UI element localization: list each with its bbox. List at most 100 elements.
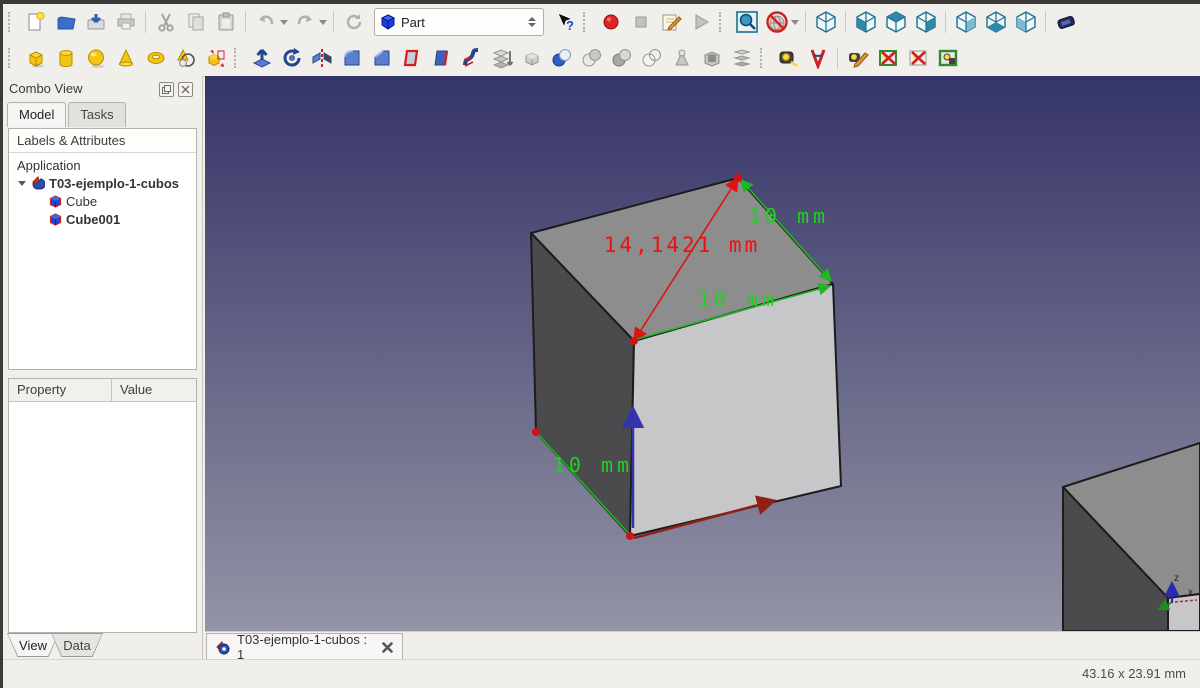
property-view-tabs: View Data — [7, 633, 95, 657]
view-rear-icon[interactable] — [952, 8, 979, 36]
extrude-icon[interactable] — [248, 44, 275, 72]
toolbar-separator — [805, 11, 806, 33]
view-left-icon[interactable] — [1012, 8, 1039, 36]
open-file-icon[interactable] — [52, 8, 79, 36]
document-tab[interactable]: T03-ejemplo-1-cubos : 1 — [206, 633, 403, 660]
panel-float-icon[interactable] — [159, 82, 174, 97]
macro-play-icon[interactable] — [687, 8, 714, 36]
expander-icon[interactable] — [18, 181, 26, 186]
property-column-header[interactable]: Property — [9, 379, 112, 401]
save-file-icon[interactable] — [82, 8, 109, 36]
tree-item-cube[interactable]: Cube — [9, 192, 196, 210]
shape-builder-icon[interactable] — [202, 44, 229, 72]
check-geometry-icon[interactable] — [668, 44, 695, 72]
cut-icon[interactable] — [152, 8, 179, 36]
document-tab-label: T03-ejemplo-1-cubos : 1 — [237, 632, 373, 662]
dim-edge-label-1: 10 mm — [749, 204, 829, 228]
tree-item-cube001[interactable]: Cube001 — [9, 210, 196, 228]
draw-style-icon[interactable] — [763, 8, 790, 36]
panel-close-icon[interactable] — [178, 82, 193, 97]
tree-item-application[interactable]: Application — [9, 156, 196, 174]
make-face-icon[interactable] — [398, 44, 425, 72]
toolbar-drag-handle[interactable] — [760, 48, 769, 68]
box-icon[interactable] — [22, 44, 49, 72]
view-bottom-icon[interactable] — [982, 8, 1009, 36]
measure-point — [630, 337, 638, 345]
cylinder-icon[interactable] — [52, 44, 79, 72]
measure-angular-icon[interactable] — [804, 44, 831, 72]
status-bar: 43.16 x 23.91 mm — [3, 659, 1200, 688]
toolbar-drag-handle[interactable] — [8, 48, 17, 68]
boolean-union-icon[interactable] — [548, 44, 575, 72]
cube-icon — [49, 195, 62, 208]
ruled-surface-icon[interactable] — [428, 44, 455, 72]
value-column-header[interactable]: Value — [112, 379, 160, 401]
boolean-cut-icon[interactable] — [608, 44, 635, 72]
sweep-icon[interactable] — [458, 44, 485, 72]
chamfer-icon[interactable] — [368, 44, 395, 72]
view-axonometric-icon[interactable] — [812, 8, 839, 36]
macro-record-icon[interactable] — [597, 8, 624, 36]
print-icon[interactable] — [112, 8, 139, 36]
mirror-icon[interactable] — [308, 44, 335, 72]
paste-icon[interactable] — [212, 8, 239, 36]
cube-icon — [49, 213, 62, 226]
toolbar-part — [3, 40, 1200, 77]
tab-data[interactable]: Data — [51, 633, 103, 657]
boolean-xor-icon[interactable] — [638, 44, 665, 72]
tree-item-document[interactable]: T03-ejemplo-1-cubos — [9, 174, 196, 192]
toolbar-separator — [333, 11, 334, 33]
toolbar-drag-handle[interactable] — [583, 12, 592, 32]
draw-style-dropdown-icon[interactable] — [791, 20, 799, 25]
dim-edge-label-2: 10 mm — [698, 287, 778, 311]
measure-linear-icon[interactable] — [774, 44, 801, 72]
workbench-selector-spinner[interactable] — [526, 17, 538, 27]
toolbar-separator — [845, 11, 846, 33]
view-right-icon[interactable] — [912, 8, 939, 36]
fit-all-icon[interactable] — [733, 8, 760, 36]
macro-edit-icon[interactable] — [657, 8, 684, 36]
copy-icon[interactable] — [182, 8, 209, 36]
mdi-tab-bar: T03-ejemplo-1-cubos : 1 — [205, 631, 1200, 661]
offset-icon[interactable] — [518, 44, 545, 72]
cone-icon[interactable] — [112, 44, 139, 72]
tab-model[interactable]: Model — [7, 102, 66, 127]
svg-text:?: ? — [566, 18, 574, 33]
cross-sections-icon[interactable] — [728, 44, 755, 72]
close-icon[interactable] — [380, 640, 394, 654]
measure-refresh-icon[interactable] — [844, 44, 871, 72]
workbench-selector[interactable]: Part — [374, 8, 544, 36]
view-front-icon[interactable] — [852, 8, 879, 36]
loft-icon[interactable] — [488, 44, 515, 72]
measure-point — [532, 428, 540, 436]
measure-toggle-3d-icon[interactable] — [934, 44, 961, 72]
cross-section-icon[interactable] — [698, 44, 725, 72]
undo-icon[interactable] — [252, 8, 279, 36]
view-top-icon[interactable] — [882, 8, 909, 36]
undo-dropdown-icon[interactable] — [280, 20, 288, 25]
measure-clear-all-icon[interactable] — [874, 44, 901, 72]
whats-this-icon[interactable]: ? — [551, 8, 578, 36]
property-editor: Property Value — [8, 378, 197, 633]
toolbar-separator — [1045, 11, 1046, 33]
3d-viewport[interactable]: 14,1421 mm 10 mm 10 mm 10 mm z x — [205, 76, 1200, 631]
fillet-icon[interactable] — [338, 44, 365, 72]
sphere-icon[interactable] — [82, 44, 109, 72]
macro-stop-icon[interactable] — [627, 8, 654, 36]
boolean-common-icon[interactable] — [578, 44, 605, 72]
torus-icon[interactable] — [142, 44, 169, 72]
tab-tasks[interactable]: Tasks — [68, 102, 125, 127]
redo-dropdown-icon[interactable] — [319, 20, 327, 25]
primitives-icon[interactable] — [172, 44, 199, 72]
toolbar-drag-handle[interactable] — [8, 12, 17, 32]
toolbar-drag-handle[interactable] — [719, 12, 728, 32]
measure-icon[interactable] — [1052, 8, 1079, 36]
axis-z-label: z — [1174, 573, 1179, 584]
toolbar-drag-handle[interactable] — [234, 48, 243, 68]
measure-toggle-all-icon[interactable] — [904, 44, 931, 72]
toolbar-file: Part ? — [3, 4, 1200, 40]
new-file-icon[interactable] — [22, 8, 49, 36]
redo-icon[interactable] — [291, 8, 318, 36]
revolve-icon[interactable] — [278, 44, 305, 72]
refresh-icon[interactable] — [340, 8, 367, 36]
